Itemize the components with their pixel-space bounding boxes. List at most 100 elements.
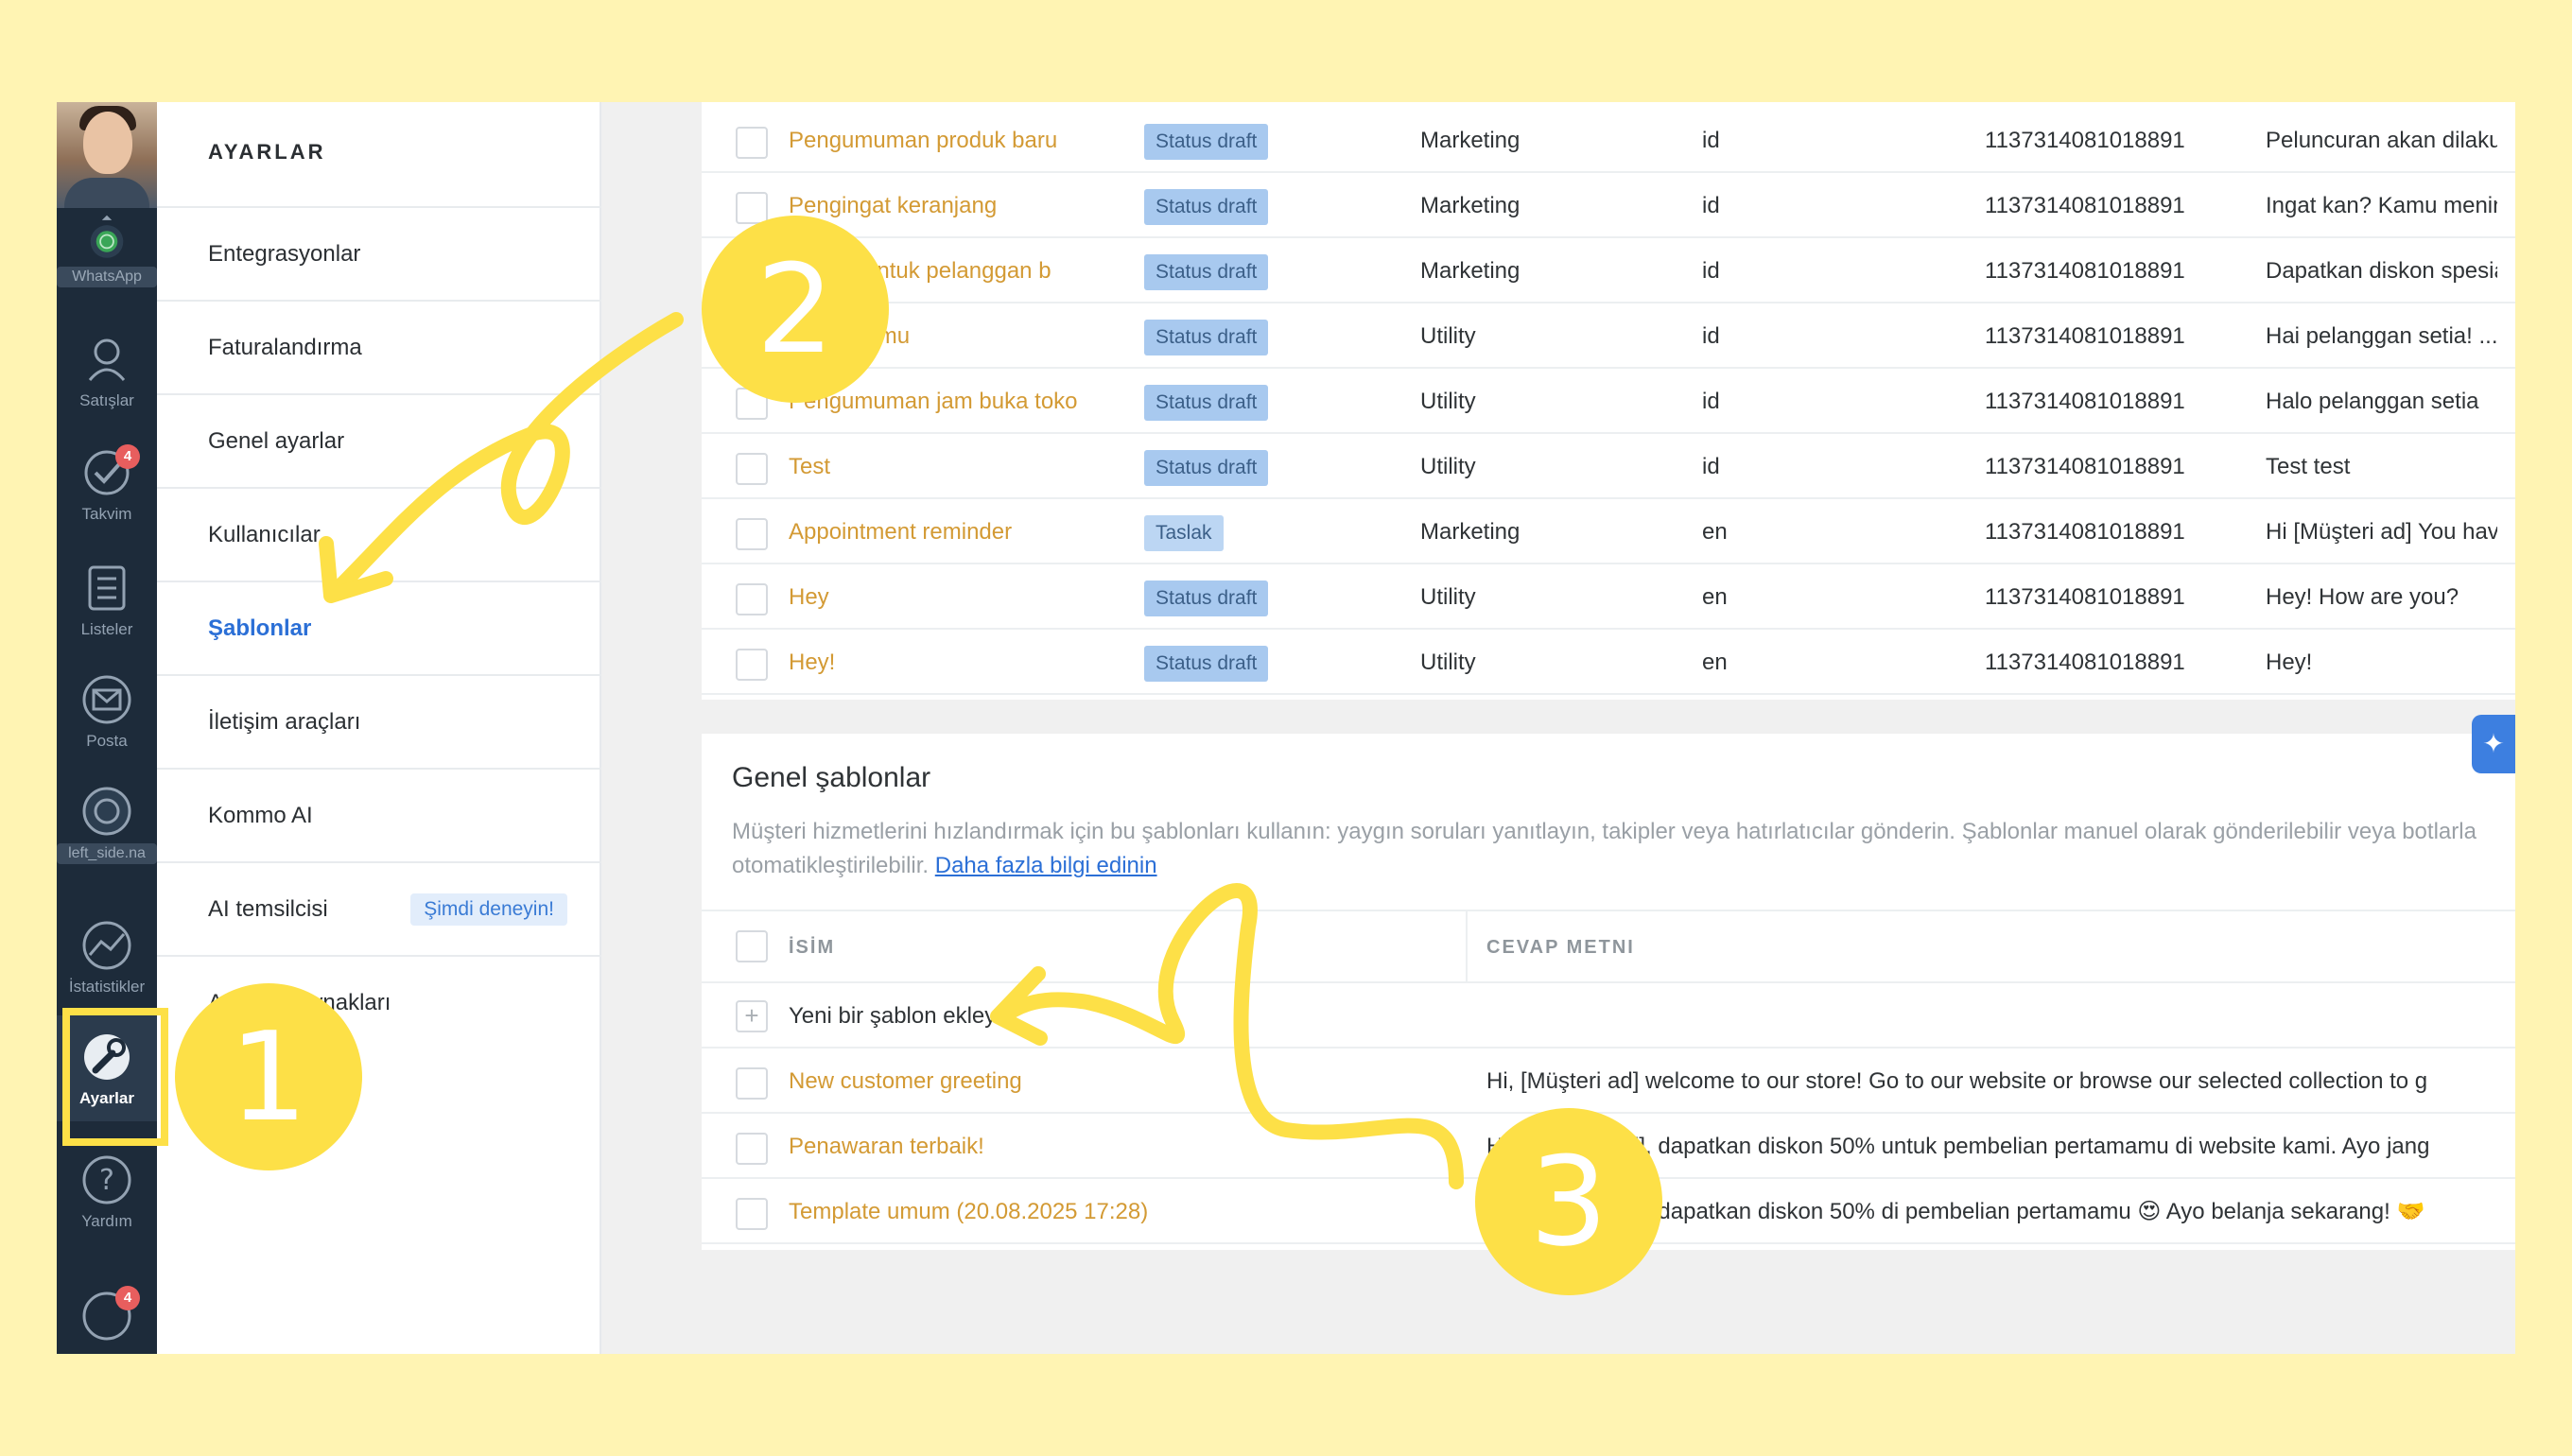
- table-row[interactable]: Pengumuman jam buka toko Status draft Ut…: [702, 369, 2515, 434]
- status-badge: Status draft: [1144, 580, 1269, 616]
- table-row[interactable]: Test Status draft Utility id 11373140810…: [702, 434, 2515, 499]
- whatsapp-icon: [90, 215, 124, 258]
- rail-item-sales[interactable]: Satışlar: [57, 331, 157, 410]
- add-template-row[interactable]: + Yeni bir şablon ekleyin: [702, 983, 2515, 1049]
- template-name[interactable]: Pengumuman jam buka toko: [789, 369, 1129, 434]
- wrench-icon: [84, 1034, 130, 1080]
- row-checkbox[interactable]: [736, 1067, 768, 1100]
- whatsapp-icon: [82, 787, 131, 836]
- table-row[interactable]: Pengumuman produk baru Status draft Mark…: [702, 108, 2515, 173]
- row-checkbox[interactable]: [736, 257, 768, 289]
- template-text: Hey! How are you?: [2266, 584, 2459, 610]
- account-id: 1137314081018891: [1985, 193, 2185, 218]
- menu-item-ai-agent[interactable]: AI temsilcisi Şimdi deneyin!: [157, 861, 601, 955]
- rail-label: Satışlar: [79, 391, 134, 409]
- menu-item-integrations[interactable]: Entegrasyonlar: [157, 206, 601, 300]
- rail-label: Yardım: [81, 1212, 132, 1230]
- rail-item-lists[interactable]: Listeler: [57, 560, 157, 639]
- user-avatar[interactable]: [57, 102, 157, 208]
- template-name[interactable]: Pengingat keranjang: [789, 173, 1129, 238]
- table-row[interactable]: Template umum (20.08.2025 17:28) Hai [Mü…: [702, 1179, 2515, 1244]
- row-checkbox[interactable]: [736, 1133, 768, 1165]
- menu-item-templates[interactable]: Şablonlar: [157, 581, 601, 674]
- rail-item-chats[interactable]: left_side.na: [57, 783, 157, 864]
- template-name[interactable]: Pesananmu: [789, 303, 1129, 369]
- row-checkbox[interactable]: [736, 127, 768, 159]
- menu-item-billing[interactable]: Faturalandırma: [157, 300, 601, 393]
- status-badge: Status draft: [1144, 384, 1269, 421]
- row-checkbox[interactable]: [736, 1198, 768, 1230]
- template-name[interactable]: Pengumuman produk baru: [789, 108, 1129, 173]
- menu-item-kommo-ai[interactable]: Kommo AI: [157, 768, 601, 861]
- table-row[interactable]: New customer greeting Hi, [Müşteri ad] w…: [702, 1049, 2515, 1114]
- template-text: Peluncuran akan dilakukan: [2266, 128, 2497, 153]
- rail-label: left_side.na: [57, 843, 157, 864]
- template-category: Utility: [1420, 584, 1476, 610]
- row-checkbox[interactable]: [736, 583, 768, 615]
- select-all-checkbox[interactable]: [736, 930, 768, 962]
- table-row[interactable]: Diskon untuk pelanggan b Status draft Ma…: [702, 238, 2515, 303]
- status-badge: Status draft: [1144, 188, 1269, 225]
- template-name[interactable]: Appointment reminder: [789, 499, 1129, 564]
- template-name[interactable]: Penawaran terbaik!: [789, 1114, 1451, 1179]
- template-name[interactable]: Hey: [789, 564, 1129, 630]
- rail-item-settings[interactable]: Ayarlar: [57, 1015, 157, 1121]
- template-category: Marketing: [1420, 128, 1521, 153]
- add-template-label[interactable]: Yeni bir şablon ekleyin: [789, 983, 1014, 1049]
- template-name[interactable]: New customer greeting: [789, 1049, 1451, 1114]
- template-category: Utility: [1420, 454, 1476, 479]
- template-language: id: [1702, 454, 1720, 479]
- template-text: Hai [Müşteri ad], dapatkan diskon 50% di…: [1486, 1199, 2425, 1224]
- template-name[interactable]: Diskon untuk pelanggan b: [789, 238, 1129, 303]
- template-name[interactable]: Test: [789, 434, 1129, 499]
- table-row[interactable]: Pesananmu Status draft Utility id 113731…: [702, 303, 2515, 369]
- template-text: Hai pelanggan setia! ...: [2266, 323, 2497, 349]
- table-row[interactable]: Appointment reminder Taslak Marketing en…: [702, 499, 2515, 564]
- help-icon: ?: [82, 1155, 131, 1205]
- template-text: Hi [Müşteri ad] You have: [2266, 519, 2497, 545]
- status-badge: Status draft: [1144, 449, 1269, 486]
- row-checkbox[interactable]: [736, 649, 768, 681]
- plus-icon[interactable]: +: [736, 1000, 768, 1032]
- template-category: Utility: [1420, 650, 1476, 675]
- ai-sparkle-button[interactable]: ✦: [2472, 715, 2515, 773]
- row-checkbox[interactable]: [736, 192, 768, 224]
- section-title: Genel şablonlar: [732, 762, 931, 793]
- status-badge: Status draft: [1144, 253, 1269, 290]
- account-id: 1137314081018891: [1985, 128, 2185, 153]
- left-nav-rail: WhatsApp Satışlar 4 Takvim Listeler Post…: [57, 102, 157, 1354]
- rail-item-mail[interactable]: Posta: [57, 671, 157, 751]
- menu-item-users[interactable]: Kullanıcılar: [157, 487, 601, 581]
- template-name[interactable]: Template umum (20.08.2025 17:28): [789, 1179, 1451, 1244]
- account-id: 1137314081018891: [1985, 584, 2185, 610]
- table-row[interactable]: Penawaran terbaik! Hai [Müşteri ad], dap…: [702, 1114, 2515, 1179]
- row-checkbox[interactable]: [736, 322, 768, 355]
- rail-item-stats[interactable]: İstatistikler: [57, 917, 157, 997]
- rail-label: Takvim: [81, 505, 132, 523]
- template-language: en: [1702, 584, 1728, 610]
- menu-item-communication-tools[interactable]: İletişim araçları: [157, 674, 601, 768]
- learn-more-link[interactable]: Daha fazla bilgi edinin: [935, 853, 1157, 878]
- try-now-badge[interactable]: Şimdi deneyin!: [410, 893, 567, 926]
- rail-item-profile[interactable]: 4: [57, 1286, 157, 1348]
- status-badge: Status draft: [1144, 123, 1269, 160]
- row-checkbox[interactable]: [736, 453, 768, 485]
- menu-label: Kommo AI: [208, 802, 313, 828]
- menu-label: Genel ayarlar: [208, 427, 345, 454]
- table-row[interactable]: Hey Status draft Utility en 113731408101…: [702, 564, 2515, 630]
- menu-item-general-settings[interactable]: Genel ayarlar: [157, 393, 601, 487]
- template-text: Dapatkan diskon spesial: [2266, 258, 2497, 284]
- rail-item-calendar[interactable]: 4 Takvim: [57, 444, 157, 524]
- template-category: Utility: [1420, 323, 1476, 349]
- template-name[interactable]: Hey!: [789, 630, 1129, 695]
- template-text: Hey!: [2266, 650, 2313, 675]
- menu-item-sources[interactable]: Aranan kaynakları: [157, 955, 601, 1049]
- rail-item-whatsapp[interactable]: WhatsApp: [57, 214, 157, 287]
- table-row[interactable]: Pengingat keranjang Status draft Marketi…: [702, 173, 2515, 238]
- column-header-text: CEVAP METNI: [1486, 937, 1635, 958]
- row-checkbox[interactable]: [736, 388, 768, 420]
- rail-item-help[interactable]: ? Yardım: [57, 1152, 157, 1231]
- row-checkbox[interactable]: [736, 518, 768, 550]
- general-templates-section: Genel şablonlar Müşteri hizmetlerini hız…: [702, 734, 2515, 1250]
- table-row[interactable]: Hey! Status draft Utility en 11373140810…: [702, 630, 2515, 695]
